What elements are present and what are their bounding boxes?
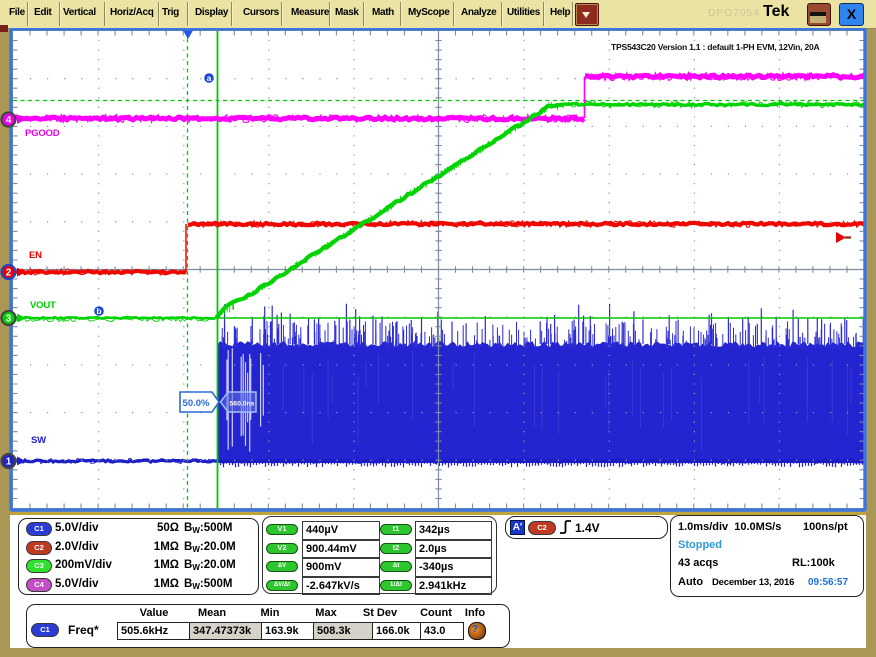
- svg-text:EN: EN: [29, 250, 42, 261]
- svg-text:VOUT: VOUT: [30, 300, 56, 311]
- svg-text:TPS543C20 Version 1.1 : defaul: TPS543C20 Version 1.1 : default 1-PH EVM…: [611, 42, 820, 52]
- svg-text:PGOOD: PGOOD: [25, 128, 60, 139]
- svg-text:4: 4: [6, 115, 12, 126]
- svg-text:1: 1: [6, 457, 12, 468]
- svg-text:2: 2: [6, 268, 12, 279]
- svg-text:b: b: [96, 306, 101, 316]
- svg-text:50.0%: 50.0%: [183, 398, 210, 409]
- svg-text:SW: SW: [31, 435, 46, 446]
- svg-text:560.0ns: 560.0ns: [230, 401, 255, 408]
- svg-text:3: 3: [6, 314, 12, 325]
- svg-text:a: a: [207, 73, 212, 83]
